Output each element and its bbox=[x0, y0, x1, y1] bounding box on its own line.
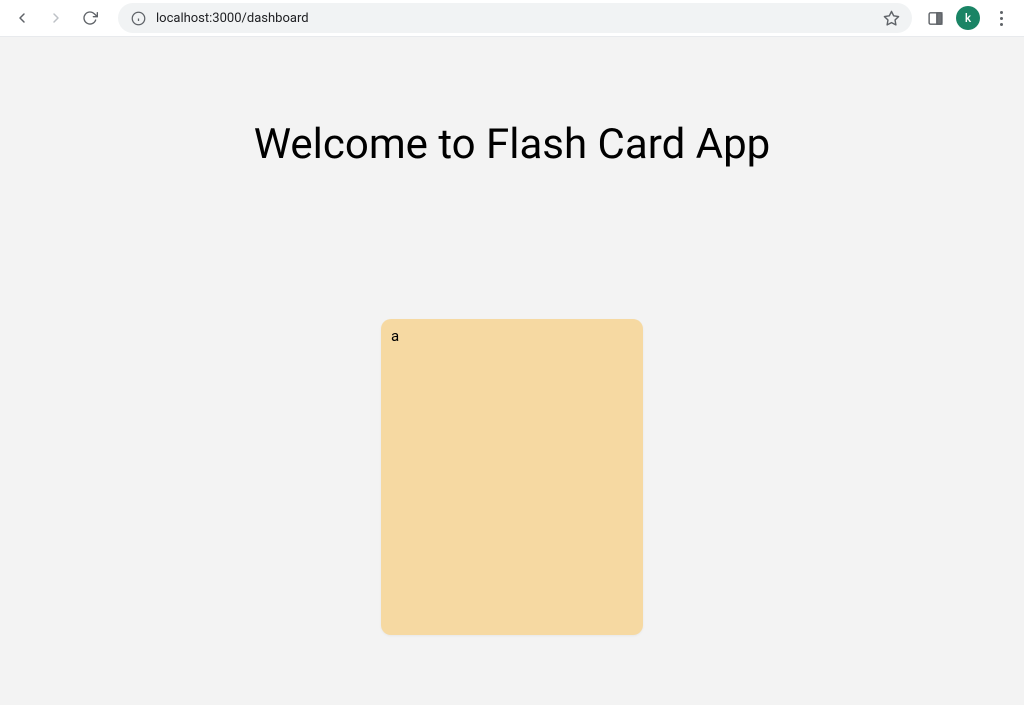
avatar-letter: k bbox=[965, 11, 971, 25]
reload-button[interactable] bbox=[76, 4, 104, 32]
side-panel-icon[interactable] bbox=[926, 9, 944, 27]
back-button[interactable] bbox=[8, 4, 36, 32]
page-title: Welcome to Flash Card App bbox=[0, 120, 1024, 169]
url-text: localhost:3000/dashboard bbox=[156, 11, 872, 26]
profile-avatar[interactable]: k bbox=[956, 6, 980, 30]
flash-card-text: a bbox=[391, 327, 399, 345]
forward-button[interactable] bbox=[42, 4, 70, 32]
browser-menu-icon[interactable] bbox=[992, 9, 1010, 27]
site-info-icon[interactable] bbox=[130, 10, 146, 26]
browser-toolbar: localhost:3000/dashboard k bbox=[0, 0, 1024, 36]
page-content: Welcome to Flash Card App a bbox=[0, 36, 1024, 705]
address-bar[interactable]: localhost:3000/dashboard bbox=[118, 3, 912, 33]
toolbar-right: k bbox=[926, 6, 1016, 30]
bookmark-star-icon[interactable] bbox=[882, 9, 900, 27]
flash-card[interactable]: a bbox=[381, 319, 643, 635]
